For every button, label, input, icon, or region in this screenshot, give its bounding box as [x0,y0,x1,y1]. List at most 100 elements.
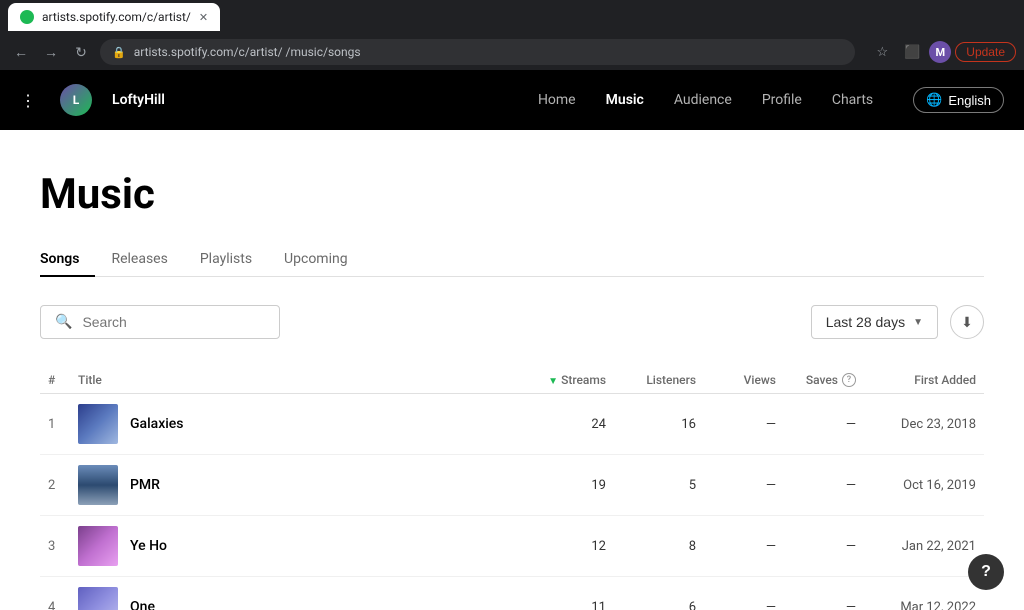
date-filter-button[interactable]: Last 28 days ▼ [811,305,938,339]
browser-tab-bar: artists.spotify.com/c/artist/ ✕ [0,0,1024,34]
artist-avatar: L [60,84,92,116]
address-bar[interactable]: 🔒 artists.spotify.com/c/artist/ /music/s… [100,39,855,65]
browser-nav-buttons: ← → ↻ [8,39,94,65]
row-listeners: 8 [614,516,704,577]
row-saves: — [784,577,864,610]
row-title-cell: One [70,577,524,610]
nav-home[interactable]: Home [538,92,576,108]
main-nav: Home Music Audience Profile Charts [538,92,873,108]
row-streams: 11 [524,577,614,610]
table-body: 1 Galaxies 24 16 — — Dec 23, 2018 2 [40,394,984,610]
lock-icon: 🔒 [112,46,126,59]
menu-icon[interactable]: ⋮ [20,91,36,110]
song-title: Ye Ho [130,538,167,554]
row-views: — [704,516,784,577]
language-label: English [948,93,991,108]
table-header: # Title ▼Streams Listeners Views Saves ?… [40,367,984,394]
reload-button[interactable]: ↻ [68,39,94,65]
col-streams[interactable]: ▼Streams [524,367,614,394]
nav-profile[interactable]: Profile [762,92,802,108]
tab-songs[interactable]: Songs [40,243,95,277]
table-row[interactable]: 3 Ye Ho 12 8 — — Jan 22, 2021 [40,516,984,577]
song-art [78,587,118,610]
back-button[interactable]: ← [8,39,34,65]
row-title-cell: Galaxies [70,394,524,455]
row-num: 1 [40,394,70,455]
globe-icon: 🌐 [926,92,942,108]
bookmark-button[interactable]: ☆ [869,39,895,65]
row-listeners: 16 [614,394,704,455]
update-button[interactable]: Update [955,42,1016,62]
date-filter-label: Last 28 days [826,314,905,330]
active-tab[interactable]: artists.spotify.com/c/artist/ ✕ [8,3,220,31]
row-streams: 12 [524,516,614,577]
row-saves: — [784,455,864,516]
col-views: Views [704,367,784,394]
tab-close-button[interactable]: ✕ [199,11,208,24]
col-first-added: First Added [864,367,984,394]
sort-arrow-icon: ▼ [548,376,558,387]
tab-upcoming[interactable]: Upcoming [268,243,364,277]
col-num: # [40,367,70,394]
download-button[interactable]: ⬇ [950,305,984,339]
nav-audience[interactable]: Audience [674,92,732,108]
song-art [78,526,118,566]
row-views: — [704,455,784,516]
row-listeners: 5 [614,455,704,516]
row-saves: — [784,394,864,455]
table-row[interactable]: 1 Galaxies 24 16 — — Dec 23, 2018 [40,394,984,455]
tab-playlists[interactable]: Playlists [184,243,268,277]
controls-row: 🔍 Last 28 days ▼ ⬇ [40,305,984,339]
row-date: Oct 16, 2019 [864,455,984,516]
saves-info-icon[interactable]: ? [842,373,856,387]
row-date: Mar 12, 2022 [864,577,984,610]
row-num: 2 [40,455,70,516]
row-views: — [704,577,784,610]
col-saves: Saves ? [784,367,864,394]
row-views: — [704,394,784,455]
nav-music[interactable]: Music [606,92,644,108]
col-title: Title [70,367,524,394]
row-num: 3 [40,516,70,577]
page-content: Music Songs Releases Playlists Upcoming … [0,130,1024,610]
spotify-navbar: ⋮ L LoftyHill Home Music Audience Profil… [0,70,1024,130]
tab-releases[interactable]: Releases [95,243,183,277]
forward-button[interactable]: → [38,39,64,65]
row-saves: — [784,516,864,577]
browser-profile[interactable]: M [929,41,951,63]
row-date: Jan 22, 2021 [864,516,984,577]
search-input[interactable] [82,314,265,330]
tab-url-label: artists.spotify.com/c/artist/ [42,10,191,24]
table-row[interactable]: 2 PMR 19 5 — — Oct 16, 2019 [40,455,984,516]
chevron-down-icon: ▼ [913,317,923,328]
row-date: Dec 23, 2018 [864,394,984,455]
browser-chrome: artists.spotify.com/c/artist/ ✕ ← → ↻ 🔒 … [0,0,1024,70]
song-art [78,404,118,444]
extensions-button[interactable]: ⬛ [899,39,925,65]
page-title: Music [40,170,984,219]
search-icon: 🔍 [55,314,72,330]
song-title: PMR [130,477,160,493]
url-text: artists.spotify.com/c/artist/ /music/son… [134,45,361,59]
row-streams: 24 [524,394,614,455]
search-box[interactable]: 🔍 [40,305,280,339]
tab-favicon [20,10,34,24]
music-tabs: Songs Releases Playlists Upcoming [40,243,984,277]
table-row[interactable]: 4 One 11 6 — — Mar 12, 2022 [40,577,984,610]
song-title: Galaxies [130,416,184,432]
artist-name: LoftyHill [112,92,165,108]
row-streams: 19 [524,455,614,516]
row-listeners: 6 [614,577,704,610]
row-title-cell: PMR [70,455,524,516]
row-title-cell: Ye Ho [70,516,524,577]
language-button[interactable]: 🌐 English [913,87,1004,113]
help-button[interactable]: ? [968,554,1004,590]
song-art [78,465,118,505]
browser-toolbar: ← → ↻ 🔒 artists.spotify.com/c/artist/ /m… [0,34,1024,70]
song-title: One [130,599,155,610]
col-listeners: Listeners [614,367,704,394]
browser-actions: ☆ ⬛ M Update [869,39,1016,65]
row-num: 4 [40,577,70,610]
nav-charts[interactable]: Charts [832,92,873,108]
date-filter: Last 28 days ▼ ⬇ [811,305,984,339]
